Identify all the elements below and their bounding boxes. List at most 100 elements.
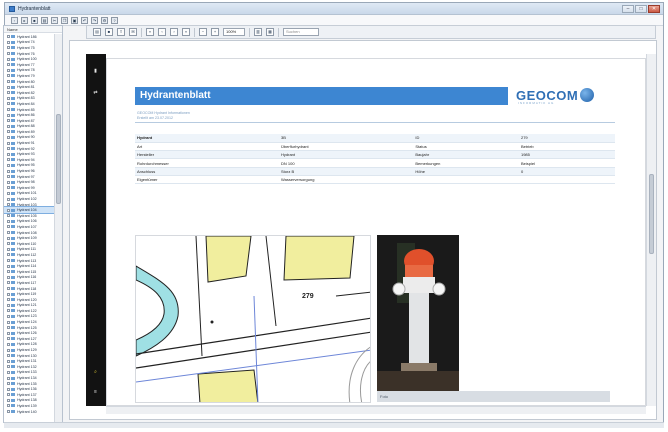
group-tree-icon[interactable]: ⇄ xyxy=(92,90,99,97)
viewer-vertical-scrollbar[interactable] xyxy=(646,54,656,406)
expand-icon[interactable] xyxy=(7,242,10,246)
expand-icon[interactable] xyxy=(7,214,10,218)
expand-icon[interactable] xyxy=(7,119,10,123)
expand-icon[interactable] xyxy=(7,387,10,391)
expand-icon[interactable] xyxy=(7,264,10,268)
print-icon[interactable]: ▤ xyxy=(93,28,101,36)
search-input[interactable]: Suchen xyxy=(283,28,319,36)
expand-icon[interactable] xyxy=(7,314,10,318)
expand-icon[interactable] xyxy=(7,365,10,369)
expand-icon[interactable] xyxy=(7,382,10,386)
expand-icon[interactable] xyxy=(7,197,10,201)
expand-icon[interactable] xyxy=(7,404,10,408)
expand-icon[interactable] xyxy=(7,74,10,78)
zoom-out-icon[interactable]: − xyxy=(199,28,207,36)
expand-icon[interactable] xyxy=(7,163,10,167)
expand-icon[interactable] xyxy=(7,275,10,279)
expand-icon[interactable] xyxy=(7,91,10,95)
expand-icon[interactable] xyxy=(7,287,10,291)
expand-icon[interactable] xyxy=(7,225,10,229)
expand-icon[interactable] xyxy=(7,410,10,414)
close-button[interactable]: ✕ xyxy=(648,5,660,13)
prev-page-icon[interactable]: ‹ xyxy=(158,28,166,36)
cut-icon[interactable]: ✂ xyxy=(51,16,58,24)
expand-icon[interactable] xyxy=(7,35,10,39)
expand-icon[interactable] xyxy=(7,281,10,285)
expand-icon[interactable] xyxy=(7,342,10,346)
export-icon[interactable]: ⇪ xyxy=(117,28,125,36)
minimize-button[interactable]: – xyxy=(622,5,634,13)
tree-item[interactable]: Hydrant 140 xyxy=(4,409,55,415)
page-layout-icon[interactable]: ▥ xyxy=(254,28,262,36)
expand-icon[interactable] xyxy=(7,219,10,223)
expand-icon[interactable] xyxy=(7,147,10,151)
tree-scroll-thumb[interactable] xyxy=(56,114,61,204)
viewer-scroll-thumb[interactable] xyxy=(649,174,654,254)
expand-icon[interactable] xyxy=(7,320,10,324)
copy-icon[interactable]: ❐ xyxy=(61,16,68,24)
new-icon[interactable]: ▫ xyxy=(11,16,18,24)
expand-icon[interactable] xyxy=(7,203,10,207)
expand-icon[interactable] xyxy=(7,393,10,397)
expand-icon[interactable] xyxy=(7,152,10,156)
fit-page-icon[interactable]: ▦ xyxy=(266,28,274,36)
expand-icon[interactable] xyxy=(7,253,10,257)
expand-icon[interactable] xyxy=(7,191,10,195)
expand-icon[interactable] xyxy=(7,96,10,100)
expand-icon[interactable] xyxy=(7,270,10,274)
expand-icon[interactable] xyxy=(7,259,10,263)
page-icon[interactable]: ▮ xyxy=(92,68,99,75)
search-icon[interactable]: ⌕ xyxy=(92,369,99,376)
expand-icon[interactable] xyxy=(7,370,10,374)
expand-icon[interactable] xyxy=(7,63,10,67)
expand-icon[interactable] xyxy=(7,180,10,184)
expand-icon[interactable] xyxy=(7,46,10,50)
expand-icon[interactable] xyxy=(7,68,10,72)
maximize-button[interactable]: □ xyxy=(635,5,647,13)
expand-icon[interactable] xyxy=(7,52,10,56)
expand-icon[interactable] xyxy=(7,135,10,139)
redo-icon[interactable]: ↷ xyxy=(91,16,98,24)
expand-icon[interactable] xyxy=(7,130,10,134)
expand-icon[interactable] xyxy=(7,102,10,106)
expand-icon[interactable] xyxy=(7,326,10,330)
expand-icon[interactable] xyxy=(7,113,10,117)
undo-icon[interactable]: ↶ xyxy=(81,16,88,24)
expand-icon[interactable] xyxy=(7,236,10,240)
open-icon[interactable]: ▸ xyxy=(21,16,28,24)
parameters-icon[interactable]: ≡ xyxy=(92,389,99,396)
expand-icon[interactable] xyxy=(7,292,10,296)
first-page-icon[interactable]: « xyxy=(146,28,154,36)
print-icon[interactable]: ▤ xyxy=(41,16,48,24)
save-icon[interactable]: ■ xyxy=(105,28,113,36)
expand-icon[interactable] xyxy=(7,124,10,128)
expand-icon[interactable] xyxy=(7,303,10,307)
email-icon[interactable]: ✉ xyxy=(129,28,137,36)
expand-icon[interactable] xyxy=(7,309,10,313)
expand-icon[interactable] xyxy=(7,331,10,335)
tree-scrollbar[interactable] xyxy=(54,34,62,422)
expand-icon[interactable] xyxy=(7,298,10,302)
expand-icon[interactable] xyxy=(7,208,10,212)
next-page-icon[interactable]: › xyxy=(170,28,178,36)
paste-icon[interactable]: ▣ xyxy=(71,16,78,24)
expand-icon[interactable] xyxy=(7,247,10,251)
expand-icon[interactable] xyxy=(7,57,10,61)
expand-icon[interactable] xyxy=(7,376,10,380)
save-icon[interactable]: ■ xyxy=(31,16,38,24)
expand-icon[interactable] xyxy=(7,354,10,358)
expand-icon[interactable] xyxy=(7,80,10,84)
settings-icon[interactable]: ⚙ xyxy=(101,16,108,24)
expand-icon[interactable] xyxy=(7,398,10,402)
expand-icon[interactable] xyxy=(7,40,10,44)
expand-icon[interactable] xyxy=(7,141,10,145)
expand-icon[interactable] xyxy=(7,348,10,352)
zoom-select[interactable]: 100% xyxy=(223,28,245,36)
expand-icon[interactable] xyxy=(7,158,10,162)
viewer-horizontal-scrollbar[interactable] xyxy=(106,406,646,414)
expand-icon[interactable] xyxy=(7,231,10,235)
last-page-icon[interactable]: » xyxy=(182,28,190,36)
expand-icon[interactable] xyxy=(7,359,10,363)
expand-icon[interactable] xyxy=(7,186,10,190)
zoom-in-icon[interactable]: + xyxy=(211,28,219,36)
